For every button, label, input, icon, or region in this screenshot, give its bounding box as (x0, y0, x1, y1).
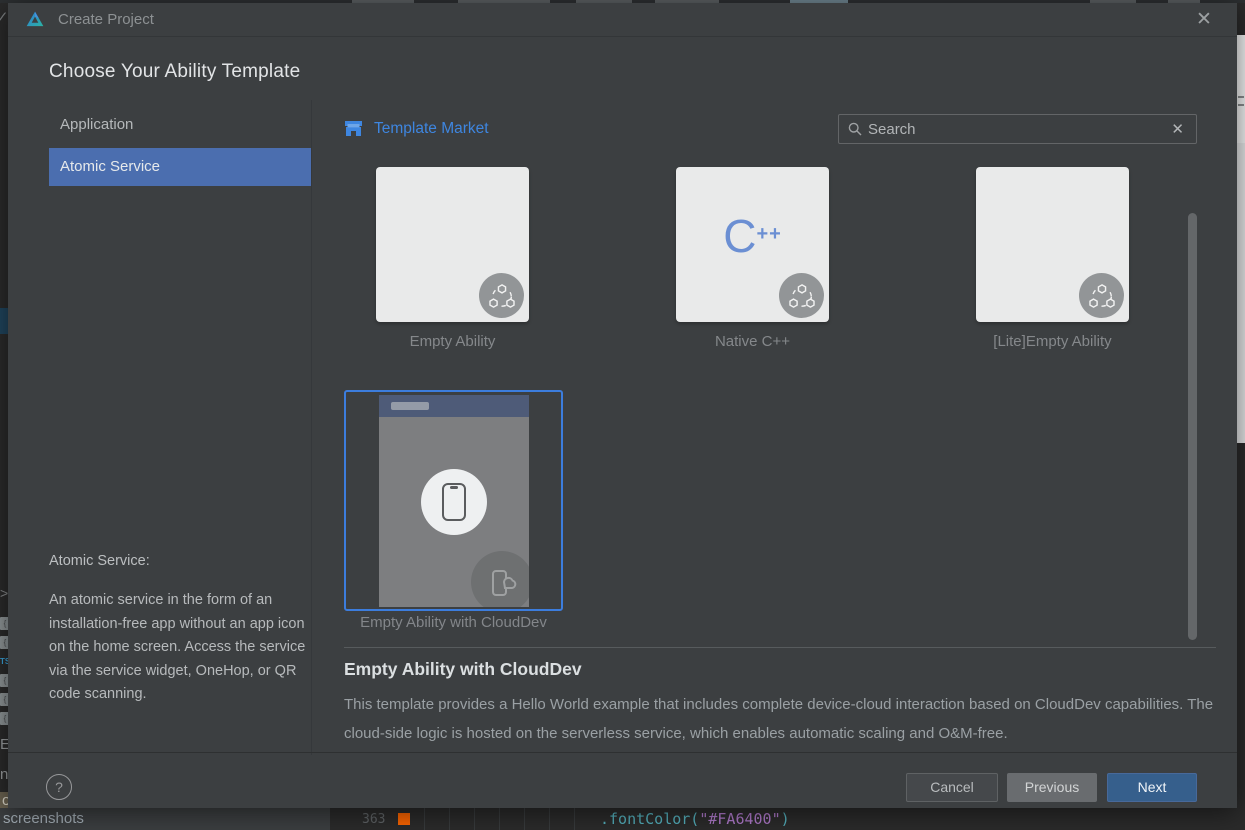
template-detail-title: Empty Ability with CloudDev (344, 659, 582, 679)
cpp-logo-icon: C++ (723, 210, 782, 262)
previous-button[interactable]: Previous (1007, 773, 1097, 802)
dialog-title: Create Project (58, 11, 154, 28)
project-panel-fragment: screenshots (0, 808, 330, 830)
sidebar-info-title: Atomic Service: (49, 553, 150, 569)
detail-divider (344, 647, 1216, 648)
background-panel-fragment (1237, 35, 1245, 143)
panel-grip-icon (1238, 96, 1244, 106)
close-icon[interactable]: ✕ (1193, 9, 1215, 31)
page-title: Choose Your Ability Template (49, 61, 301, 82)
template-card-label: Native C++ (714, 333, 791, 350)
ide-screen: ✓ > { { TS { { { Er nv ol screenshots 36… (0, 0, 1245, 830)
template-card-label: Empty Ability with CloudDev (360, 614, 547, 631)
template-detail-description: This template provides a Hello World exa… (344, 696, 1214, 742)
next-button[interactable]: Next (1107, 773, 1197, 802)
phone-icon (441, 482, 466, 521)
background-panel-fragment (1237, 143, 1245, 443)
color-swatch-icon (398, 813, 410, 825)
cancel-button[interactable]: Cancel (906, 773, 998, 802)
create-project-dialog: Create Project ✕ Choose Your Ability Tem… (8, 3, 1237, 808)
templates-scrollbar[interactable] (1188, 213, 1197, 640)
sidebar-info-text: An atomic service in the form of an inst… (49, 592, 306, 702)
dialog-titlebar: Create Project ✕ (8, 3, 1237, 37)
selected-template-frame (344, 390, 563, 611)
atomic-service-badge-icon (479, 273, 524, 318)
template-card-label: Empty Ability (409, 333, 496, 350)
project-tree-item: screenshots (3, 810, 84, 827)
tree-selection-fragment (0, 308, 8, 334)
sidebar-divider (311, 100, 312, 755)
clear-search-icon[interactable]: ✕ (1171, 120, 1184, 138)
atomic-service-badge-icon (779, 273, 824, 318)
template-card-empty-ability-clouddev[interactable]: Empty Ability with CloudDev (344, 390, 563, 631)
editor-line-number: 363 (362, 812, 386, 827)
search-icon (848, 122, 862, 136)
storefront-icon (345, 121, 362, 136)
footer-divider (8, 752, 1237, 753)
template-card-empty-ability[interactable]: Empty Ability (376, 167, 529, 350)
search-box: ✕ (838, 114, 1197, 144)
template-preview-thumbnail (378, 394, 529, 607)
background-editor-strip: screenshots 363 .fontColor("#FA6400") (0, 808, 1245, 830)
template-market-link[interactable]: Template Market (344, 120, 489, 138)
code-fragment: .fontColor("#FA6400") (600, 810, 790, 828)
sidebar-item-atomic-service[interactable]: Atomic Service (49, 148, 311, 186)
sidebar-item-application[interactable]: Application (49, 106, 311, 143)
help-button[interactable]: ? (46, 774, 72, 800)
template-card-native-cpp[interactable]: C++ Native C++ (676, 167, 829, 350)
deveco-studio-logo-icon (26, 11, 44, 27)
template-card-label: [Lite]Empty Ability (993, 333, 1112, 350)
atomic-service-badge-icon (1079, 273, 1124, 318)
chevron-right-icon: > (0, 585, 9, 601)
clouddev-badge-icon (470, 550, 529, 607)
search-input[interactable] (868, 120, 1172, 138)
template-card-lite-empty-ability[interactable]: [Lite]Empty Ability (976, 167, 1129, 350)
template-market-label: Template Market (374, 120, 489, 137)
